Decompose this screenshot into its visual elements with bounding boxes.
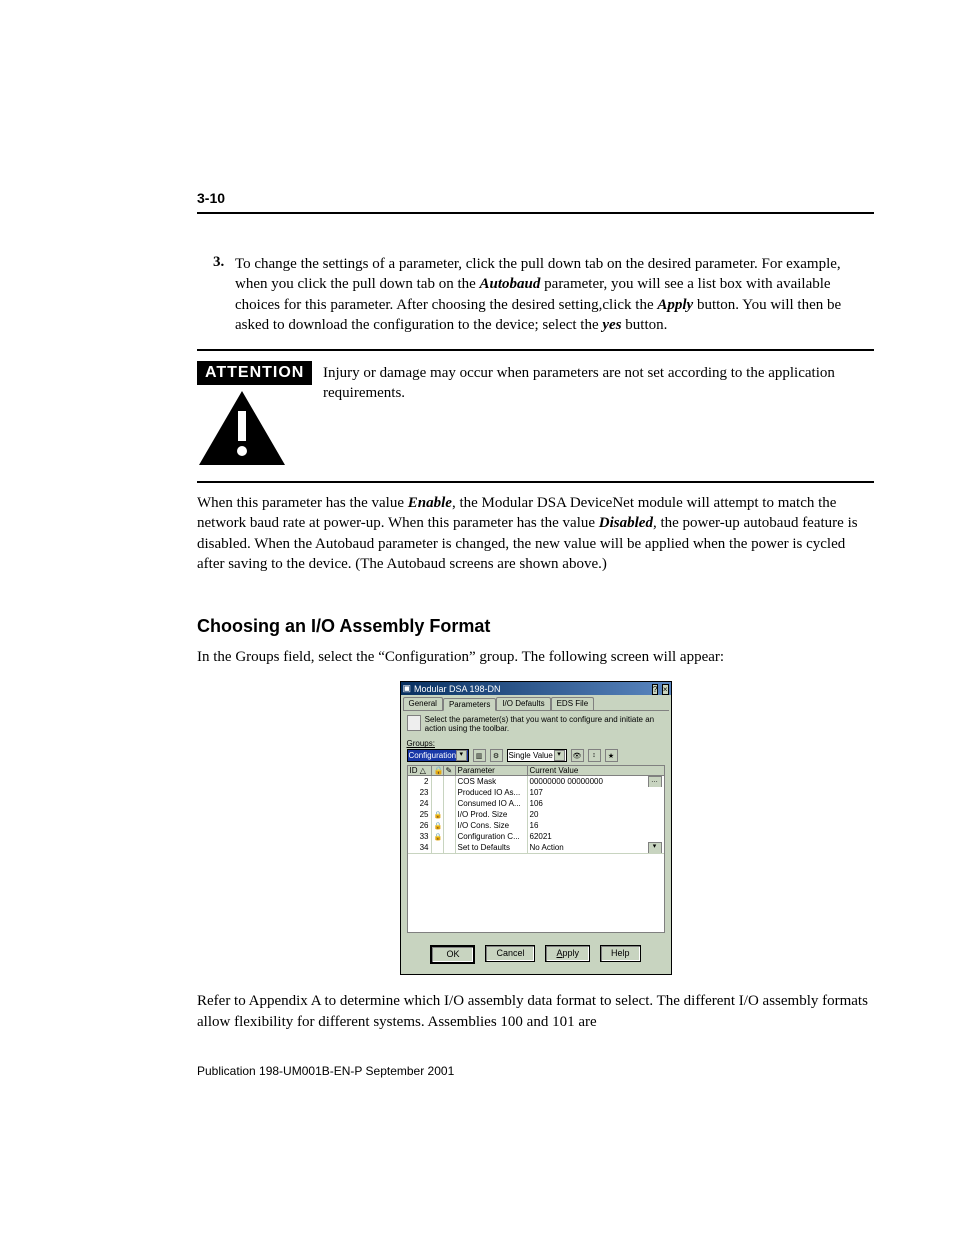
table-row[interactable]: 23Produced IO As...107 <box>408 787 664 798</box>
table-row[interactable]: 24Consumed IO A...106 <box>408 798 664 809</box>
warning-triangle-icon <box>197 389 287 467</box>
groups-label: Groups: <box>407 739 665 748</box>
toolbar-icon-4[interactable]: ↕ <box>588 749 601 762</box>
chevron-down-icon: ▾ <box>554 750 565 761</box>
table-row[interactable]: 34Set to DefaultsNo Action▾ <box>408 842 664 853</box>
config-dialog: ▣ Modular DSA 198-DN ? × General Paramet… <box>400 681 672 975</box>
toolbar-icon-2[interactable]: ⚙ <box>490 749 503 762</box>
table-row[interactable]: 2COS Mask00000000 00000000… <box>408 776 664 787</box>
view-dropdown[interactable]: Single Value▾ <box>507 749 567 762</box>
apply-button[interactable]: Apply <box>545 945 590 962</box>
grid-empty-area <box>408 853 664 932</box>
section-heading: Choosing an I/O Assembly Format <box>197 616 874 637</box>
col-flag[interactable]: ✎ <box>444 766 456 775</box>
dialog-titlebar: ▣ Modular DSA 198-DN ? × <box>401 682 671 695</box>
publication-line: Publication 198-UM001B-EN-P September 20… <box>197 1064 874 1078</box>
tab-eds-file[interactable]: EDS File <box>551 697 595 710</box>
step-3: 3. To change the settings of a parameter… <box>213 254 874 335</box>
tabs-row: General Parameters I/O Defaults EDS File <box>403 697 669 711</box>
step-text: To change the settings of a parameter, c… <box>235 254 874 335</box>
close-button[interactable]: × <box>662 684 669 695</box>
tab-general[interactable]: General <box>403 697 443 710</box>
tab-parameters[interactable]: Parameters <box>443 698 496 711</box>
col-id[interactable]: ID △ <box>408 766 432 775</box>
mid-rule-1 <box>197 349 874 351</box>
cancel-button[interactable]: Cancel <box>485 945 535 962</box>
tab-io-defaults[interactable]: I/O Defaults <box>496 697 550 710</box>
toolbar-icon-5[interactable]: ★ <box>605 749 618 762</box>
toolbar-icon-3[interactable]: 👁 <box>571 749 584 762</box>
chevron-down-icon[interactable]: ▾ <box>648 842 662 853</box>
device-icon <box>407 715 421 731</box>
chevron-down-icon: ▾ <box>456 750 466 761</box>
attention-text: Injury or damage may occur when paramete… <box>323 361 874 404</box>
table-row[interactable]: 25🔒I/O Prod. Size20 <box>408 809 664 820</box>
attention-block: ATTENTION Injury or damage may occur whe… <box>197 361 874 467</box>
paragraph-autobaud: When this parameter has the value Enable… <box>197 493 874 574</box>
step-number: 3. <box>213 254 235 335</box>
table-row[interactable]: 33🔒Configuration C...62021 <box>408 831 664 842</box>
dialog-icon: ▣ <box>403 683 412 694</box>
paragraph-intro: In the Groups field, select the “Configu… <box>197 647 874 667</box>
dialog-title: Modular DSA 198-DN <box>414 684 501 694</box>
top-rule <box>197 212 874 214</box>
help-button-bottom[interactable]: Help <box>600 945 641 962</box>
help-button[interactable]: ? <box>652 684 658 695</box>
ok-button[interactable]: OK <box>430 945 475 964</box>
toolbar-icon-1[interactable]: ▥ <box>473 749 486 762</box>
table-row[interactable]: 26🔒I/O Cons. Size16 <box>408 820 664 831</box>
col-lock[interactable]: 🔒 <box>432 766 444 775</box>
col-parameter[interactable]: Parameter <box>456 766 528 775</box>
page-number: 3-10 <box>197 190 874 206</box>
mid-rule-2 <box>197 481 874 483</box>
attention-label: ATTENTION <box>197 361 312 385</box>
ellipsis-button[interactable]: … <box>648 776 662 787</box>
dialog-instruction: Select the parameter(s) that you want to… <box>425 715 665 733</box>
paragraph-appendix: Refer to Appendix A to determine which I… <box>197 991 874 1032</box>
col-value[interactable]: Current Value <box>528 766 664 775</box>
parameter-grid: ID △ 🔒 ✎ Parameter Current Value 2COS Ma… <box>407 765 665 933</box>
groups-dropdown[interactable]: Configuration▾ <box>407 749 469 762</box>
